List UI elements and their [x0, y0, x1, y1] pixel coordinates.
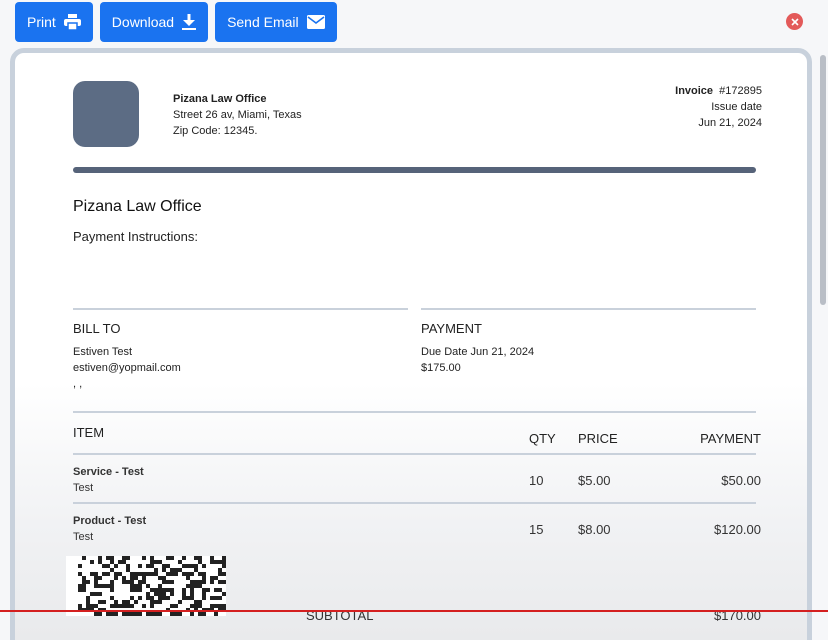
- envelope-icon: [306, 15, 325, 29]
- row-divider: [73, 502, 756, 504]
- invoice-label: Invoice: [675, 85, 714, 97]
- customer-name: Estiven Test: [73, 346, 133, 358]
- download-label: Download: [111, 14, 175, 30]
- company-zip: Zip Code: 12345.: [173, 125, 258, 137]
- table-header-divider: [73, 453, 756, 455]
- close-button[interactable]: [786, 13, 803, 30]
- print-button[interactable]: Print: [15, 2, 93, 42]
- payment-amount: $175.00: [421, 362, 461, 374]
- col-price: PRICE: [578, 431, 618, 446]
- company-name: Pizana Law Office: [173, 93, 267, 105]
- header-divider: [73, 167, 756, 173]
- invoice-modal: Print Download Send Email Pizana Law Off…: [0, 0, 828, 640]
- bill-to-divider: [73, 308, 408, 310]
- invoice-document: Pizana Law Office Street 26 av, Miami, T…: [10, 48, 812, 640]
- company-logo: [73, 81, 139, 147]
- invoice-meta: Invoice #172895 Issue date Jun 21, 2024: [675, 83, 762, 131]
- download-icon: [182, 14, 197, 30]
- customer-address: , ,: [73, 378, 83, 390]
- customer-email: estiven@yopmail.com: [73, 362, 181, 374]
- send-email-button[interactable]: Send Email: [215, 2, 337, 42]
- item-payment: $120.00: [714, 522, 761, 537]
- table-top-divider: [73, 411, 756, 413]
- item-qty: 10: [529, 473, 544, 488]
- item-payment: $50.00: [721, 473, 761, 488]
- bill-to-heading: BILL TO: [73, 321, 121, 336]
- col-payment: PAYMENT: [700, 431, 761, 446]
- issue-date: Jun 21, 2024: [698, 117, 762, 129]
- col-item: ITEM: [73, 425, 105, 440]
- item-name: Service - Test: [73, 466, 144, 478]
- payment-instructions: Payment Instructions:: [73, 229, 198, 244]
- red-guide-line: [0, 610, 828, 612]
- item-desc: Test: [73, 531, 94, 543]
- printer-icon: [63, 14, 81, 30]
- issue-date-label: Issue date: [711, 101, 762, 113]
- payment-details: Due Date Jun 21, 2024 $175.00: [421, 344, 534, 376]
- download-button[interactable]: Download: [99, 2, 209, 42]
- item-desc: Test: [73, 482, 94, 494]
- item-qty: 15: [529, 522, 544, 537]
- send-email-label: Send Email: [227, 14, 299, 30]
- qr-code: [66, 556, 226, 616]
- invoice-title: Pizana Law Office: [73, 198, 202, 215]
- item-price: $8.00: [578, 522, 611, 537]
- close-icon: [790, 13, 799, 31]
- bill-to-details: Estiven Test estiven@yopmail.com , ,: [73, 344, 181, 392]
- company-street: Street 26 av, Miami, Texas: [173, 109, 302, 121]
- company-info: Pizana Law Office Street 26 av, Miami, T…: [173, 91, 302, 139]
- col-qty: QTY: [529, 431, 556, 446]
- invoice-number: #172895: [719, 85, 762, 97]
- item-price: $5.00: [578, 473, 611, 488]
- payment-divider: [421, 308, 756, 310]
- scrollbar[interactable]: [820, 55, 826, 305]
- item-name: Product - Test: [73, 515, 147, 527]
- due-date: Due Date Jun 21, 2024: [421, 346, 535, 358]
- print-label: Print: [27, 14, 56, 30]
- toolbar: Print Download Send Email: [15, 2, 337, 42]
- payment-heading: PAYMENT: [421, 321, 482, 336]
